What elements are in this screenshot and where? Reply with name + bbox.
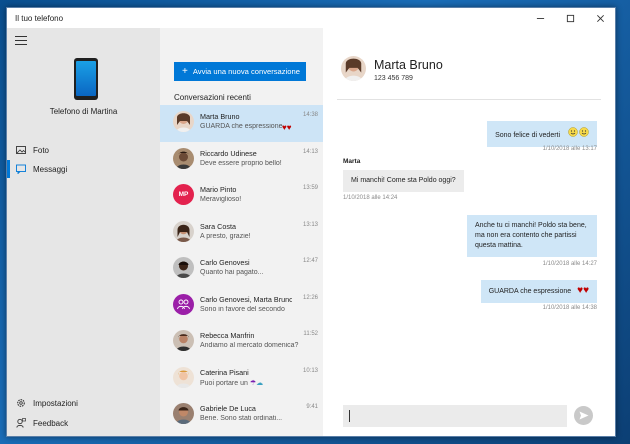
conversation-time: 14:38 (302, 112, 318, 118)
smiley-emoji-icon (568, 127, 589, 141)
close-icon (596, 14, 604, 22)
sidebar-item-feedback[interactable]: Feedback (7, 414, 160, 432)
sidebar-item-label: Messaggi (33, 164, 68, 174)
conversation-name: Rebecca Manfrin (200, 331, 255, 340)
conversation-item[interactable]: Marta Bruno GUARDA che espressione ♥♥ 14… (160, 105, 323, 142)
close-button[interactable] (585, 8, 615, 28)
conversation-preview: Meraviglioso! (200, 196, 242, 203)
title-bar: Il tuo telefono (7, 8, 615, 28)
conversation-preview: Puoi portare un ☂☁ (200, 379, 264, 387)
message-bubble-incoming: Mi manchi! Come sta Poldo oggi? (343, 170, 464, 192)
conversation-preview: Sono in favore del secondo (200, 305, 285, 313)
conversation-name: Carlo Genovesi, Marta Bruno (200, 294, 292, 304)
avatar-initials: MP (173, 184, 194, 205)
send-button[interactable] (574, 406, 593, 425)
conversation-time: 10:13 (302, 367, 318, 374)
message-bubble-outgoing: GUARDA che espressione ♥♥ (480, 280, 597, 303)
avatar (173, 330, 194, 351)
maximize-icon (566, 14, 574, 22)
conversation-name: Sara Costa (200, 221, 236, 231)
conversation-preview: A presto, grazie! (200, 232, 251, 240)
conversation-item[interactable]: MP Mario Pinto Meraviglioso! 13:59 (160, 178, 323, 215)
conversation-preview: Deve essere proprio bello! (200, 159, 282, 167)
maximize-button[interactable] (555, 8, 585, 28)
header-divider (337, 99, 601, 100)
conversation-name: Riccardo Udinese (200, 148, 257, 158)
phone-icon (74, 58, 98, 100)
plus-icon: + (182, 66, 188, 77)
conversation-item[interactable]: Sara Costa A presto, grazie! 13:13 (160, 215, 323, 252)
send-icon (579, 411, 588, 420)
conversation-name: Caterina Pisani (200, 367, 249, 377)
conversation-time: 13:59 (302, 185, 318, 191)
sidebar: Telefono di Martina Foto Messaggi Impost… (7, 28, 160, 436)
text-caret (349, 410, 350, 422)
heart-emoji-icon: ♥♥ (282, 123, 292, 132)
chat-pane: Marta Bruno 123 456 789 Sono felice di v… (323, 28, 615, 436)
feedback-icon (16, 418, 26, 428)
conversation-item[interactable]: Rebecca Manfrin Andiamo al mercato domen… (160, 324, 323, 361)
window-title: Il tuo telefono (15, 13, 64, 23)
avatar (173, 220, 194, 242)
hamburger-menu-icon[interactable] (15, 36, 27, 46)
sidebar-item-label: Foto (33, 145, 50, 155)
conversation-preview: Quanto hai pagato... (200, 269, 264, 276)
conversation-name: Carlo Genovesi (200, 258, 250, 267)
conversation-item[interactable]: Riccardo Udinese Deve essere proprio bel… (160, 142, 323, 179)
sidebar-item-foto[interactable]: Foto (7, 141, 160, 159)
group-icon (177, 299, 190, 309)
heart-emoji-icon: ♥♥ (577, 285, 589, 296)
cloud-emoji-icon: ☁ (256, 379, 264, 387)
conversation-time: 14:13 (302, 148, 318, 155)
message-timestamp: 1/10/2018 alle 14:38 (542, 305, 597, 311)
contact-name: Marta Bruno (374, 58, 443, 72)
app-window: Il tuo telefono Telefono di Martina Foto… (6, 7, 616, 437)
conversation-list-pane: + Avvia una nuova conversazione Conversa… (160, 28, 323, 436)
minimize-icon (536, 17, 544, 19)
contact-number: 123 456 789 (374, 75, 413, 82)
avatar (173, 111, 194, 132)
conversation-time: 12:47 (302, 258, 318, 264)
conversation-time: 9:41 (306, 404, 318, 410)
message-bubble-outgoing: Sono felice di vederti (487, 121, 597, 147)
avatar (173, 366, 194, 388)
conversation-name: Mario Pinto (200, 185, 237, 194)
photo-icon (16, 145, 26, 155)
sidebar-item-label: Feedback (33, 418, 69, 428)
contact-avatar (341, 56, 366, 81)
message-timestamp: 1/10/2018 alle 13:17 (542, 146, 597, 152)
sidebar-item-messaggi[interactable]: Messaggi (7, 160, 160, 178)
gear-icon (16, 398, 26, 408)
recent-conversations-heading: Conversazioni recenti (174, 93, 251, 102)
avatar (173, 147, 194, 169)
minimize-button[interactable] (525, 8, 555, 28)
avatar (173, 257, 194, 278)
avatar (173, 403, 194, 424)
sidebar-item-label: Impostazioni (33, 398, 78, 408)
conversation-list: Marta Bruno GUARDA che espressione ♥♥ 14… (160, 105, 323, 434)
conversation-preview: Andiamo al mercato domenica? (200, 342, 299, 349)
message-bubble-outgoing: Anche tu ci manchi! Poldo sta bene, ma n… (467, 215, 597, 257)
new-conversation-button[interactable]: + Avvia una nuova conversazione (174, 62, 306, 81)
message-input[interactable] (343, 405, 567, 427)
phone-name: Telefono di Martina (49, 107, 118, 116)
conversation-time: 11:52 (303, 331, 318, 337)
conversation-item[interactable]: Gabriele De Luca Bene. Sono stati ordina… (160, 397, 323, 434)
conversation-item[interactable]: Carlo Genovesi, Marta Bruno Sono in favo… (160, 288, 323, 325)
message-timestamp: 1/10/2018 alle 14:24 (343, 195, 398, 201)
conversation-time: 13:13 (302, 221, 318, 228)
group-avatar (173, 293, 194, 315)
conversation-time: 12:26 (302, 294, 318, 301)
conversation-name: Gabriele De Luca (200, 404, 256, 413)
conversation-item[interactable]: Carlo Genovesi Quanto hai pagato... 12:4… (160, 251, 323, 288)
message-icon (16, 164, 26, 174)
new-conversation-label: Avvia una nuova conversazione (192, 67, 300, 76)
message-timestamp: 1/10/2018 alle 14:27 (542, 261, 597, 267)
conversation-item[interactable]: Caterina Pisani Puoi portare un ☂☁ 10:13 (160, 361, 323, 398)
conversation-preview: Bene. Sono stati ordinati... (200, 415, 283, 422)
sidebar-item-impostazioni[interactable]: Impostazioni (7, 394, 160, 412)
message-sender: Marta (343, 158, 361, 165)
conversation-name: Marta Bruno (200, 112, 240, 121)
